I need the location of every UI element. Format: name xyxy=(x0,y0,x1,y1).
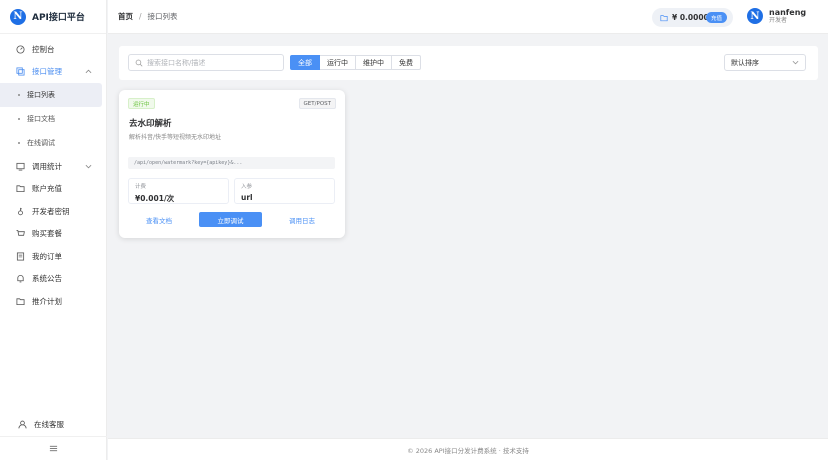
user-info: nanfeng 开发者 xyxy=(769,7,807,24)
sort-select[interactable]: 默认排序 xyxy=(724,54,806,71)
wallet-icon xyxy=(16,184,25,193)
param-box: 入参 url xyxy=(234,178,335,204)
breadcrumb-current: 接口列表 xyxy=(147,12,178,21)
sidebar-item-label: 调用统计 xyxy=(32,161,62,171)
price-label: 计费 xyxy=(135,184,147,190)
chart-icon xyxy=(16,162,25,171)
bullet-icon xyxy=(18,94,20,96)
footer: © 2026 API接口分发计费系统 · 技术支持 xyxy=(108,438,828,460)
recharge-button[interactable]: 充值 xyxy=(705,12,727,23)
call-logs-link[interactable]: 调用日志 xyxy=(289,215,315,225)
api-description: 解析抖音/快手等短视频无水印地址 xyxy=(129,134,222,141)
api-title: 去水印解析 xyxy=(129,119,172,129)
sidebar-item-label: 系统公告 xyxy=(32,274,62,284)
card-actions: 查看文档 立即调试 调用日志 xyxy=(128,212,335,227)
folder-icon xyxy=(16,297,25,306)
sidebar-item-label: 开发者密钥 xyxy=(32,206,70,216)
status-badge: 运行中 xyxy=(128,98,155,109)
param-value: url xyxy=(241,193,253,202)
sidebar-subitem-online-debug[interactable]: 在线调试 xyxy=(0,131,106,155)
breadcrumb-separator: / xyxy=(139,12,142,21)
sidebar-item-dashboard[interactable]: 控制台 xyxy=(0,38,106,61)
sidebar-item-label: 控制台 xyxy=(32,44,55,54)
sidebar-subitem-label: 在线调试 xyxy=(27,139,55,147)
sidebar-item-label: 接口管理 xyxy=(32,67,62,77)
param-label: 入参 xyxy=(241,184,253,190)
dashboard-icon xyxy=(16,45,25,54)
sidebar-item-referral[interactable]: 推介计划 xyxy=(0,290,106,313)
sidebar-menu: 控制台 接口管理 接口列表 接口文档 在线调试 调用统计 账户充值 开发者密钥 … xyxy=(0,34,106,313)
sidebar: N API接口平台 控制台 接口管理 接口列表 接口文档 在线调试 调用统计 账… xyxy=(0,0,107,460)
order-icon xyxy=(16,252,25,261)
app-title: API接口平台 xyxy=(32,13,85,23)
chevron-down-icon xyxy=(85,163,92,170)
online-service-label: 在线客服 xyxy=(34,419,64,429)
sidebar-item-orders[interactable]: 我的订单 xyxy=(0,245,106,268)
bell-icon xyxy=(16,274,25,283)
bullet-icon xyxy=(18,142,20,144)
chevron-up-icon xyxy=(85,68,92,75)
sidebar-subitem-api-docs[interactable]: 接口文档 xyxy=(0,107,106,131)
price-value: ¥0.001/次 xyxy=(135,194,175,203)
user-role: 开发者 xyxy=(769,16,788,24)
api-card: 运行中 GET/POST 去水印解析 解析抖音/快手等短视频无水印地址 /api… xyxy=(119,90,345,238)
online-service-link[interactable]: 在线客服 xyxy=(0,416,64,432)
tab-free[interactable]: 免费 xyxy=(392,55,421,70)
sidebar-item-label: 我的订单 xyxy=(32,251,62,261)
sidebar-item-api-management[interactable]: 接口管理 xyxy=(0,61,106,84)
tab-all[interactable]: 全部 xyxy=(290,55,320,70)
sidebar-item-recharge[interactable]: 账户充值 xyxy=(0,178,106,201)
user-name: nanfeng xyxy=(769,7,807,17)
sort-label: 默认排序 xyxy=(731,58,759,67)
sidebar-item-dev-keys[interactable]: 开发者密钥 xyxy=(0,200,106,223)
sidebar-subitem-api-list[interactable]: 接口列表 xyxy=(0,83,102,107)
chevron-down-icon xyxy=(792,59,799,66)
filter-bar: 全部 运行中 维护中 免费 默认排序 xyxy=(119,46,818,80)
sidebar-item-label: 购买套餐 xyxy=(32,229,62,239)
balance-pill: ¥ 0.0000 充值 xyxy=(652,8,733,27)
sidebar-item-buy-package[interactable]: 购买套餐 xyxy=(0,223,106,246)
sidebar-item-label: 账户充值 xyxy=(32,184,62,194)
price-box: 计费 ¥0.001/次 xyxy=(128,178,229,204)
logo[interactable]: N API接口平台 xyxy=(0,0,106,34)
search-icon xyxy=(135,59,143,67)
sidebar-collapse-button[interactable] xyxy=(0,436,107,460)
user-menu[interactable]: N nanfeng 开发者 xyxy=(747,8,806,24)
sidebar-subitem-label: 接口列表 xyxy=(27,91,55,99)
footer-text: © 2026 API接口分发计费系统 · 技术支持 xyxy=(407,446,529,455)
method-badge: GET/POST xyxy=(298,98,336,109)
breadcrumb-home[interactable]: 首页 xyxy=(118,11,133,22)
top-header: 首页 / 接口列表 ¥ 0.0000 充值 N nanfeng 开发者 xyxy=(108,0,828,34)
bullet-icon xyxy=(18,118,20,120)
search-input[interactable] xyxy=(147,58,277,67)
tab-maintenance[interactable]: 维护中 xyxy=(356,55,392,70)
cart-icon xyxy=(16,229,25,238)
user-icon xyxy=(18,420,27,429)
search-box[interactable] xyxy=(128,54,284,71)
avatar: N xyxy=(747,8,763,24)
sidebar-item-label: 推介计划 xyxy=(32,296,62,306)
api-icon xyxy=(16,67,25,76)
sidebar-item-statistics[interactable]: 调用统计 xyxy=(0,155,106,178)
logo-icon: N xyxy=(10,8,26,25)
wallet-icon xyxy=(660,14,668,22)
balance-amount: ¥ 0.0000 xyxy=(672,13,709,22)
key-icon xyxy=(16,207,25,216)
api-endpoint: /api/open/watermark?key={apikey}&... xyxy=(128,157,335,169)
tab-running[interactable]: 运行中 xyxy=(320,55,356,70)
sidebar-subitem-label: 接口文档 xyxy=(27,115,55,123)
view-docs-link[interactable]: 查看文档 xyxy=(146,215,172,225)
status-filter-tabs: 全部 运行中 维护中 免费 xyxy=(290,55,421,70)
menu-icon xyxy=(49,445,58,452)
debug-now-button[interactable]: 立即调试 xyxy=(199,212,262,227)
sidebar-item-announcements[interactable]: 系统公告 xyxy=(0,268,106,291)
